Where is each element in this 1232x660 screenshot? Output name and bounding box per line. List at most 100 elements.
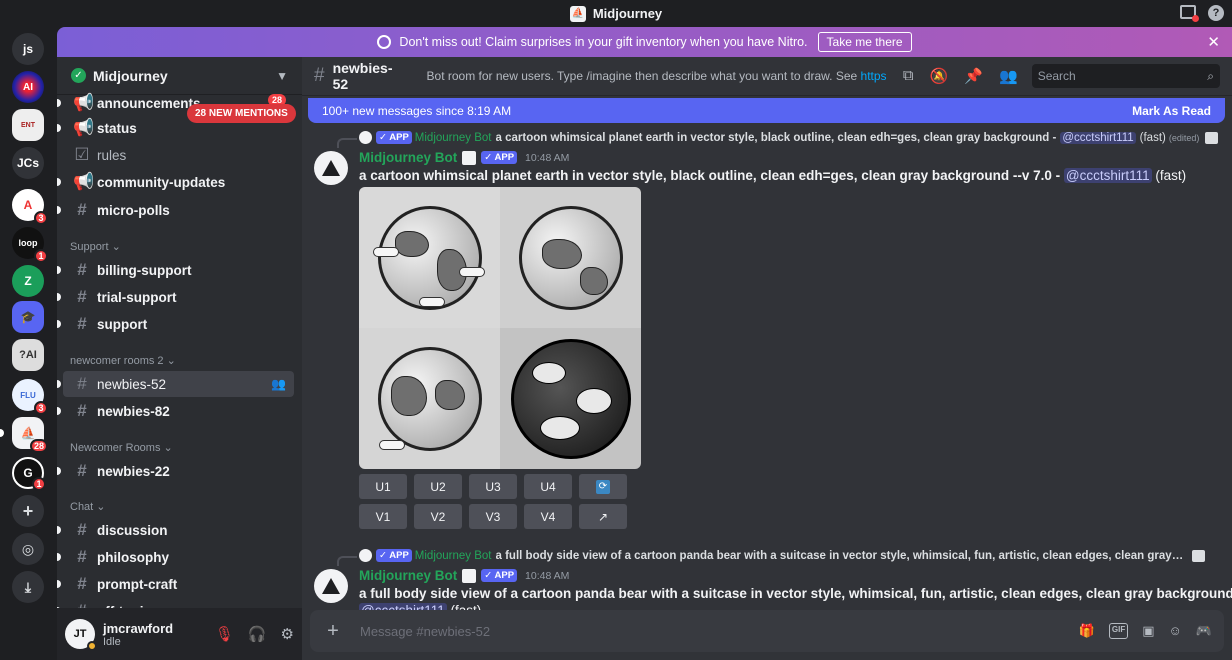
gift-icon[interactable]: 🎁 xyxy=(1079,623,1095,639)
close-icon[interactable]: ✕ xyxy=(1207,33,1220,51)
channel-topic[interactable]: Bot room for new users. Type /imagine th… xyxy=(427,69,887,83)
server-jcs[interactable]: JCs xyxy=(12,147,44,179)
app-tag: ✓ APP xyxy=(481,151,518,164)
message-header: Midjourney Bot ✓ APP 10:48 AM xyxy=(359,150,569,165)
channel-newbies-52[interactable]: # newbies-52 👥 xyxy=(57,371,294,397)
category-support[interactable]: Support ⌄ xyxy=(70,240,121,253)
server-a[interactable]: A3 xyxy=(12,189,48,225)
v1-button[interactable]: V1 xyxy=(359,504,407,529)
idle-status-icon xyxy=(87,641,97,651)
open-external-button[interactable]: ↗ xyxy=(579,504,627,529)
u3-button[interactable]: U3 xyxy=(469,474,517,499)
channel-status[interactable]: 📢 status xyxy=(57,115,294,141)
category-newcomer-rooms-2[interactable]: newcomer rooms 2 ⌄ xyxy=(70,354,176,367)
channel-trial-support[interactable]: # trial-support xyxy=(57,284,294,310)
member-list-icon[interactable]: 👥 xyxy=(999,67,1018,85)
channel-philosophy[interactable]: # philosophy xyxy=(57,544,294,570)
help-icon[interactable]: ? xyxy=(1208,5,1224,21)
channel-rules[interactable]: ☑ rules xyxy=(63,142,294,168)
server-z[interactable]: Z xyxy=(12,265,44,297)
channel-header: # newbies-52 Bot room for new users. Typ… xyxy=(302,57,1232,96)
channel-newbies-22[interactable]: # newbies-22 xyxy=(57,458,294,484)
take-me-there-button[interactable]: Take me there xyxy=(817,32,912,52)
server-loop[interactable]: loop 1 xyxy=(12,227,48,263)
nitro-banner: Don't miss out! Claim surprises in your … xyxy=(57,27,1232,57)
image-icon xyxy=(1205,131,1219,144)
window-title: Midjourney xyxy=(592,6,663,21)
message-author[interactable]: Midjourney Bot xyxy=(359,568,457,583)
server-midjourney[interactable]: ⛵ 28 xyxy=(0,417,48,453)
v4-button[interactable]: V4 xyxy=(524,504,572,529)
user-mention[interactable]: @ccctshirt111 xyxy=(1063,168,1152,183)
microphone-muted-icon[interactable]: 🎙 xyxy=(215,625,234,643)
generated-image-1[interactable] xyxy=(359,187,500,328)
discover-compass-icon[interactable]: ◎ xyxy=(12,533,44,565)
server-education[interactable]: 🎓 xyxy=(12,301,44,333)
headphones-icon[interactable]: 🎧 xyxy=(248,625,267,643)
gif-icon[interactable]: GIF xyxy=(1108,623,1129,639)
user-mention[interactable]: @ccctshirt111 xyxy=(1060,131,1136,144)
channel-community-updates[interactable]: 📢 community-updates xyxy=(57,169,294,195)
apps-gamepad-icon[interactable]: 🎮 xyxy=(1196,623,1212,639)
server-ent[interactable]: ENT xyxy=(12,109,44,141)
generated-image-3[interactable] xyxy=(359,328,500,469)
avatar[interactable] xyxy=(314,151,348,185)
threads-icon[interactable]: ⧉ xyxy=(903,67,914,85)
category-chat[interactable]: Chat ⌄ xyxy=(70,500,106,513)
docs-link[interactable]: https://docs.... xyxy=(861,69,887,83)
notification-bell-muted-icon[interactable]: 🔕 xyxy=(930,67,949,85)
channel-micro-polls[interactable]: # micro-polls xyxy=(57,197,294,223)
u4-button[interactable]: U4 xyxy=(524,474,572,499)
channel-newbies-82[interactable]: # newbies-82 xyxy=(57,398,294,424)
channel-sidebar: ✓ Midjourney ▼ 📢 announcements 28 28 NEW M… xyxy=(57,57,302,660)
rules-checkbox-icon: ☑ xyxy=(74,145,90,164)
server-g[interactable]: G1 xyxy=(12,457,46,491)
server-ai[interactable]: AI xyxy=(12,71,44,103)
ref-author[interactable]: Midjourney Bot xyxy=(415,132,492,144)
chevron-down-icon: ▼ xyxy=(276,68,288,83)
reply-reference[interactable]: ✓ APP Midjourney Bot a full body side vi… xyxy=(337,549,1205,566)
avatar[interactable]: JT xyxy=(65,619,97,651)
search-icon: ⌕ xyxy=(1207,68,1214,83)
channel-name: newbies-52 xyxy=(332,60,393,92)
server-js[interactable]: js xyxy=(12,33,44,65)
emoji-icon[interactable]: ☺ xyxy=(1169,623,1182,639)
channel-discussion[interactable]: # discussion xyxy=(57,517,294,543)
message-input[interactable]: Message #newbies-52 xyxy=(360,624,490,639)
message-author[interactable]: Midjourney Bot xyxy=(359,150,457,165)
add-attachment-icon[interactable]: + xyxy=(322,620,344,642)
server-flu[interactable]: FLU 3 xyxy=(12,379,48,415)
new-messages-bar[interactable]: 100+ new messages since 8:19 AM Mark As … xyxy=(308,98,1225,123)
ref-author[interactable]: Midjourney Bot xyxy=(415,550,492,562)
search-input[interactable]: Search ⌕ xyxy=(1031,64,1220,88)
channel-prompt-craft[interactable]: # prompt-craft xyxy=(57,571,294,597)
add-member-icon[interactable]: 👥 xyxy=(271,377,286,391)
hash-icon: # xyxy=(77,520,87,539)
reroll-button[interactable]: ⟳ xyxy=(579,474,627,499)
mark-as-read-button[interactable]: Mark As Read xyxy=(1132,104,1211,118)
hash-icon: # xyxy=(77,374,87,393)
u2-button[interactable]: U2 xyxy=(414,474,462,499)
pin-icon[interactable]: 📌 xyxy=(964,67,983,85)
generated-image-4[interactable] xyxy=(500,328,641,469)
reply-reference[interactable]: ✓ APP Midjourney Bot a cartoon whimsical… xyxy=(337,131,1219,148)
midjourney-boat-icon: ⛵ xyxy=(20,426,36,440)
username[interactable]: jmcrawford xyxy=(103,621,173,636)
v2-button[interactable]: V2 xyxy=(414,504,462,529)
gear-icon[interactable]: ⚙ xyxy=(281,625,294,643)
sticker-icon[interactable]: ▣ xyxy=(1142,623,1154,639)
v3-button[interactable]: V3 xyxy=(469,504,517,529)
channel-billing-support[interactable]: # billing-support xyxy=(57,257,294,283)
category-newcomer-rooms[interactable]: Newcomer Rooms ⌄ xyxy=(70,441,173,454)
add-server-icon[interactable]: + xyxy=(12,495,44,527)
channel-support[interactable]: # support xyxy=(57,311,294,337)
hash-icon: # xyxy=(77,461,87,480)
generated-image-2[interactable] xyxy=(500,187,641,328)
screen-share-icon[interactable] xyxy=(1180,5,1199,22)
avatar[interactable] xyxy=(314,569,348,603)
u1-button[interactable]: U1 xyxy=(359,474,407,499)
server-qai[interactable]: ?AI xyxy=(12,339,44,371)
download-icon[interactable]: ⤓ xyxy=(12,571,44,603)
image-grid[interactable] xyxy=(359,187,641,469)
ref-text: a full body side view of a cartoon panda… xyxy=(495,549,1186,562)
